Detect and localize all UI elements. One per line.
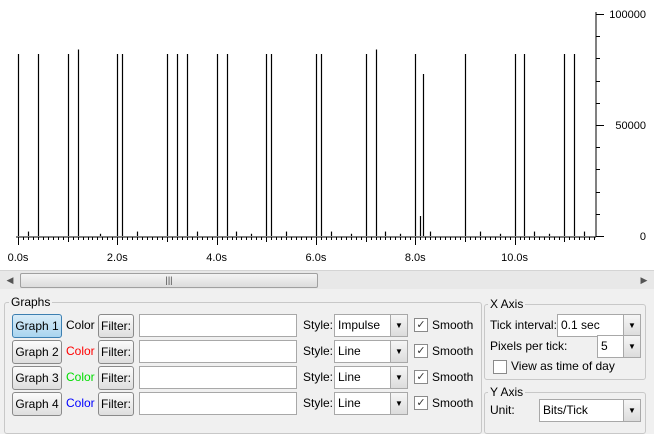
chevron-down-icon[interactable]: ▼ <box>623 336 640 357</box>
graph-2-color-label[interactable]: Color <box>66 344 95 358</box>
graph-1-style-value: Impulse <box>338 318 381 332</box>
pixels-per-tick-select[interactable]: 5 ▼ <box>597 335 641 358</box>
graph-2-filter-input[interactable] <box>139 340 297 363</box>
graph-4-style-select[interactable]: Line ▼ <box>334 392 408 415</box>
graph-row-2: Graph 2 Color Filter: Style: Line ▼ ✓ Smooth <box>12 340 474 364</box>
graph-1-smooth-label: Smooth <box>432 318 474 332</box>
graph-3-smooth-label: Smooth <box>432 370 474 384</box>
graph-canvas: 0.0s 2.0s 4.0s 6.0s 8.0s 10.0s 100000 50000 0 <box>8 9 646 264</box>
time-of-day-checkbox[interactable] <box>493 360 507 374</box>
graph-3-filter-button[interactable]: Filter: <box>98 366 134 390</box>
io-graph-plot[interactable]: 0.0s 2.0s 4.0s 6.0s 8.0s 10.0s 100000 50000 0 <box>0 0 654 270</box>
chevron-down-icon[interactable]: ▼ <box>390 393 407 414</box>
x-axis-group-title: X Axis <box>488 297 526 311</box>
tick-interval-label: Tick interval: <box>490 318 557 332</box>
tick-interval-select[interactable]: 0.1 sec ▼ <box>557 314 641 337</box>
graph-1-style-select[interactable]: Impulse ▼ <box>334 314 408 337</box>
graph-2-style-select[interactable]: Line ▼ <box>334 340 408 363</box>
graph-4-style-label: Style: <box>303 396 334 410</box>
y-tick-label: 0 <box>640 231 646 243</box>
y-tick-label: 50000 <box>615 120 646 132</box>
chevron-down-icon[interactable]: ▼ <box>390 367 407 388</box>
graph-1-filter-input[interactable] <box>139 314 297 337</box>
x-tick-label: 6.0s <box>306 252 327 264</box>
graph-3-smooth-checkbox[interactable]: ✓ <box>414 370 428 384</box>
graph-2-smooth-label: Smooth <box>432 344 474 358</box>
chevron-down-icon[interactable]: ▼ <box>623 315 640 336</box>
graph-2-button[interactable]: Graph 2 <box>12 340 62 364</box>
graph-row-4: Graph 4 Color Filter: Style: Line ▼ ✓ Smooth <box>12 392 474 416</box>
scroll-right-icon[interactable]: ▶ <box>636 272 652 288</box>
graph-3-filter-input[interactable] <box>139 366 297 389</box>
chevron-down-icon[interactable]: ▼ <box>623 400 640 421</box>
graph-4-filter-input[interactable] <box>139 392 297 415</box>
graph-2-filter-button[interactable]: Filter: <box>98 340 134 364</box>
horizontal-scrollbar[interactable]: ◀ ||| ▶ <box>0 270 654 289</box>
x-tick-label: 8.0s <box>405 252 426 264</box>
graph-4-color-label[interactable]: Color <box>66 396 95 410</box>
graph-1-filter-button[interactable]: Filter: <box>98 314 134 338</box>
unit-label: Unit: <box>490 403 515 417</box>
graph-row-1: Graph 1 Color Filter: Style: Impulse ▼ ✓ Smooth <box>12 314 474 338</box>
graph-4-filter-button[interactable]: Filter: <box>98 392 134 416</box>
x-tick-label: 0.0s <box>8 252 29 264</box>
graph-3-style-label: Style: <box>303 370 334 384</box>
graphs-group-title: Graphs <box>9 295 53 309</box>
pixels-per-tick-label: Pixels per tick: <box>490 339 568 353</box>
graph-3-style-value: Line <box>338 370 361 384</box>
graph-4-style-value: Line <box>338 396 361 410</box>
graph-4-smooth-label: Smooth <box>432 396 474 410</box>
tick-interval-value: 0.1 sec <box>561 318 600 332</box>
graph-4-smooth-checkbox[interactable]: ✓ <box>414 396 428 410</box>
scroll-left-icon[interactable]: ◀ <box>2 272 18 288</box>
x-tick-label: 10.0s <box>501 252 528 264</box>
pixels-per-tick-value: 5 <box>601 339 608 353</box>
chevron-down-icon[interactable]: ▼ <box>390 341 407 362</box>
graph-1-style-label: Style: <box>303 318 334 332</box>
graph-2-style-label: Style: <box>303 344 334 358</box>
scrollbar-thumb[interactable]: ||| <box>20 273 318 288</box>
graph-1-button[interactable]: Graph 1 <box>12 314 62 338</box>
y-tick-label: 100000 <box>609 9 646 21</box>
chevron-down-icon[interactable]: ▼ <box>390 315 407 336</box>
x-tick-label: 2.0s <box>107 252 128 264</box>
graph-row-3: Graph 3 Color Filter: Style: Line ▼ ✓ Smooth <box>12 366 474 390</box>
graph-4-button[interactable]: Graph 4 <box>12 392 62 416</box>
graph-3-button[interactable]: Graph 3 <box>12 366 62 390</box>
graph-3-style-select[interactable]: Line ▼ <box>334 366 408 389</box>
graph-2-style-value: Line <box>338 344 361 358</box>
graph-3-color-label[interactable]: Color <box>66 370 95 384</box>
graph-1-smooth-checkbox[interactable]: ✓ <box>414 318 428 332</box>
graph-1-color-label[interactable]: Color <box>66 318 95 332</box>
graph-2-smooth-checkbox[interactable]: ✓ <box>414 344 428 358</box>
y-axis-group-title: Y Axis <box>488 385 526 399</box>
unit-select[interactable]: Bits/Tick ▼ <box>539 399 641 422</box>
time-of-day-label: View as time of day <box>511 359 615 373</box>
x-tick-label: 4.0s <box>206 252 227 264</box>
unit-value: Bits/Tick <box>543 403 588 417</box>
